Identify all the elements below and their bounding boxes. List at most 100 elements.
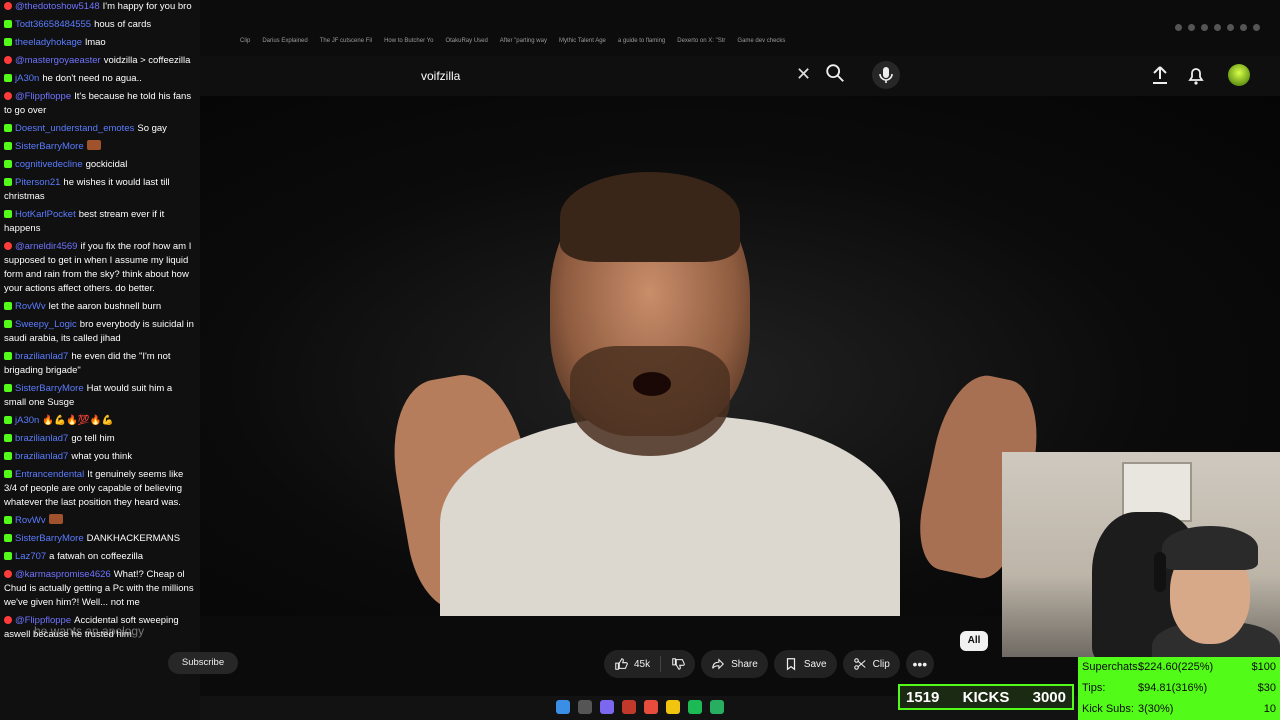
bookmark-item[interactable]: How to Butcher Yo (384, 38, 433, 52)
xbox-icon[interactable] (710, 700, 724, 714)
bookmark-item[interactable]: a guide to flaming (618, 38, 665, 52)
kick-badge-icon (4, 20, 12, 28)
like-button[interactable]: 45k (604, 650, 660, 678)
search-icon[interactable] (578, 700, 592, 714)
avatar[interactable] (1228, 64, 1250, 86)
dislike-button[interactable] (661, 650, 695, 678)
chat-username[interactable]: SisterBarryMore (15, 141, 84, 152)
chrome-icon[interactable] (644, 700, 658, 714)
chat-username[interactable]: @arneldir4569 (15, 241, 77, 252)
windows-start-icon[interactable] (556, 700, 570, 714)
scissors-icon (853, 658, 866, 670)
kick-badge-icon (4, 434, 12, 442)
extension-icon[interactable] (1188, 24, 1195, 31)
kick-badge-icon (4, 210, 12, 218)
bookmark-item[interactable]: Game dev checks (737, 38, 785, 52)
share-button[interactable]: Share (701, 650, 768, 678)
video-person-beard (570, 346, 730, 456)
bell-icon[interactable] (1186, 64, 1206, 86)
chat-username[interactable]: @mastergoyaeaster (15, 55, 101, 66)
thumbs-down-icon (672, 658, 685, 670)
chat-text: a fatwah on coffeezilla (49, 551, 144, 562)
chat-text: gockicidal (85, 159, 128, 170)
video-person-mouth (633, 372, 671, 396)
video-person-hair (560, 172, 740, 262)
spotify-icon[interactable] (688, 700, 702, 714)
screen: @thedotoshow5148 I'm happy for you bro Tod… (0, 0, 1280, 720)
extension-icon[interactable] (1214, 24, 1221, 31)
chat-username[interactable]: brazilianlad7 (15, 433, 68, 444)
chat-username[interactable]: @Flippfloppe (15, 91, 71, 102)
like-count: 45k (634, 658, 651, 670)
close-icon[interactable]: ✕ (796, 64, 811, 85)
chat-panel[interactable]: @thedotoshow5148 I'm happy for you bro Tod… (0, 0, 200, 720)
chat-username[interactable]: cognitivedecline (15, 159, 83, 170)
bookmark-item[interactable]: After "parting way (500, 38, 547, 52)
chat-message: brazilianlad7 what you think (4, 450, 196, 464)
chat-username[interactable]: theeladyhokage (15, 37, 82, 48)
search-box[interactable]: voifzilla ✕ (411, 58, 823, 94)
save-button[interactable]: Save (773, 650, 837, 678)
chat-message: SisterBarryMore (4, 140, 196, 154)
kick-badge-icon (4, 552, 12, 560)
search-icon[interactable] (824, 62, 846, 84)
chat-username[interactable]: HotKarlPocket (15, 209, 76, 220)
chat-username[interactable]: Piterson21 (15, 177, 60, 188)
extension-icon[interactable] (1175, 24, 1182, 31)
chat-username[interactable]: Entrancendental (15, 469, 84, 480)
stat-value: 3(30%) (1138, 703, 1174, 715)
chat-username[interactable]: jA30n (15, 73, 39, 84)
chat-username[interactable]: jA30n (15, 415, 39, 426)
extension-icon[interactable] (1201, 24, 1208, 31)
clip-button[interactable]: Clip (842, 650, 900, 678)
chat-message: Doesnt_understand_emotes So gay (4, 122, 196, 136)
bookmark-item[interactable]: Darius Explained (262, 38, 307, 52)
chat-username[interactable]: Todt36658484555 (15, 19, 91, 30)
kicks-label: KICKS (962, 688, 1010, 706)
kick-badge-icon (4, 416, 12, 424)
chat-username[interactable]: Laz707 (15, 551, 46, 562)
kick-badge-icon (4, 302, 12, 310)
upload-icon[interactable] (1150, 64, 1170, 86)
discord-icon[interactable] (600, 700, 614, 714)
extension-icon[interactable] (1227, 24, 1234, 31)
kick-badge-icon (4, 74, 12, 82)
chat-username[interactable]: Sweepy_Logic (15, 319, 77, 330)
bookmark-item[interactable]: OtakuRay Used (445, 38, 487, 52)
chat-ghost-text: he wants an apology (34, 624, 145, 638)
bookmark-item[interactable]: The JF cutscene Fil (320, 38, 372, 52)
share-icon (712, 658, 725, 670)
chat-username[interactable]: brazilianlad7 (15, 351, 68, 362)
chat-username[interactable]: RovWv (15, 515, 46, 526)
chat-message: HotKarlPocket best stream ever if it happ… (4, 208, 196, 236)
folder-icon[interactable] (666, 700, 680, 714)
chat-username[interactable]: @thedotoshow5148 (15, 1, 100, 12)
chat-message: @mastergoyaeaster voidzilla > coffeezilla (4, 54, 196, 68)
chat-text: hous of cards (94, 19, 152, 30)
chat-username[interactable]: SisterBarryMore (15, 533, 84, 544)
kick-badge-icon (4, 142, 12, 150)
bookmark-item[interactable]: Clip (240, 38, 250, 52)
kick-badge-icon (4, 124, 12, 132)
subscribe-button[interactable]: Subscribe (168, 652, 238, 674)
chat-username[interactable]: SisterBarryMore (15, 383, 84, 394)
search-input[interactable]: voifzilla (421, 69, 460, 83)
chat-username[interactable]: brazilianlad7 (15, 451, 68, 462)
chat-text: So gay (137, 123, 167, 134)
webcam-cap (1162, 526, 1258, 570)
extension-icon[interactable] (1240, 24, 1247, 31)
chat-username[interactable]: RovWv (15, 301, 46, 312)
chat-message: Laz707 a fatwah on coffeezilla (4, 550, 196, 564)
more-actions-icon[interactable]: ••• (905, 650, 934, 678)
chat-username[interactable]: @karmaspromise4626 (15, 569, 111, 580)
chip-all[interactable]: All (960, 631, 988, 651)
kick-badge-icon (4, 38, 12, 46)
kick-badge-icon (4, 470, 12, 478)
extension-icon[interactable] (1253, 24, 1260, 31)
microphone-icon[interactable] (872, 61, 900, 89)
chat-username[interactable]: Doesnt_understand_emotes (15, 123, 134, 134)
obs-icon[interactable] (622, 700, 636, 714)
stat-value: $94.81(316%) (1138, 682, 1208, 694)
bookmark-item[interactable]: Dexerto on X: "Str (677, 38, 725, 52)
bookmark-item[interactable]: Mythic Talent Age (559, 38, 606, 52)
